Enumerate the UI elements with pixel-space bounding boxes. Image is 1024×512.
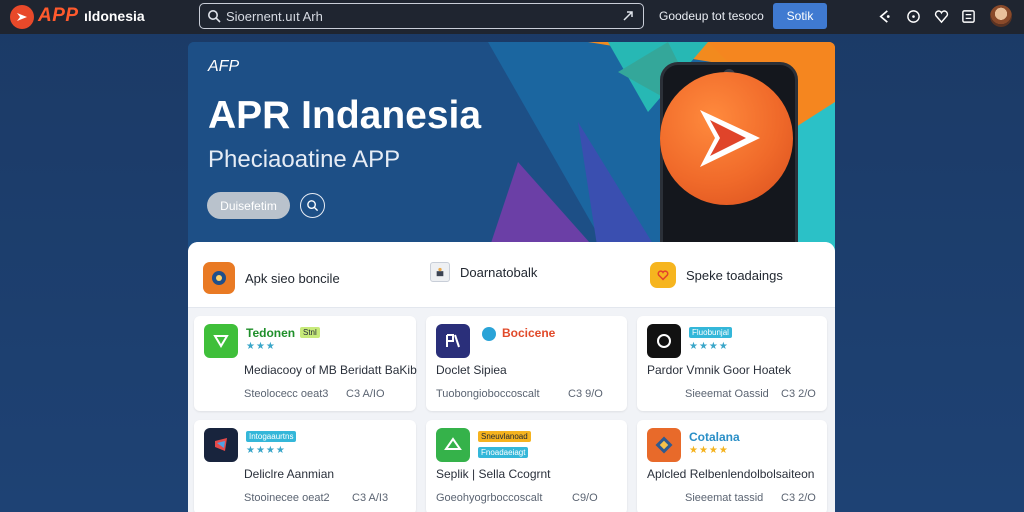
app-card[interactable]: Tedonen Stnl ★★★ Mediacooy of MB Beridat… <box>194 316 417 411</box>
app-card[interactable]: Fluobunjal ★★★★ Pardor Vmnik Goor Hoatek… <box>637 316 827 411</box>
app-icon <box>647 324 681 358</box>
category-item[interactable]: Doarnatobalk <box>430 262 537 282</box>
app-icon <box>647 428 681 462</box>
status-dot-icon <box>482 327 496 341</box>
search-input[interactable]: Sioernent.uıt Arh <box>226 9 323 24</box>
app-name: Tedonen <box>246 326 296 340</box>
info-icon[interactable] <box>905 8 922 25</box>
app-size: C3 2/O <box>781 492 816 504</box>
app-size: C3 A/I3 <box>352 492 389 504</box>
download-button[interactable]: Duisefetim <box>207 192 290 219</box>
app-meta: Sieeemat tassid <box>685 492 764 504</box>
play-app-icon <box>660 72 793 205</box>
hero-subtitle: Pheciaoatine APP <box>208 146 401 173</box>
login-link[interactable]: Goodeup tot tesoco <box>659 9 764 23</box>
star-rating: ★★★★ <box>246 445 286 456</box>
app-icon <box>436 324 470 358</box>
app-description: Aplcled Relbenlendolbolsaiteon <box>647 467 815 481</box>
app-size: C3 9/O <box>568 388 603 400</box>
star-rating: ★★★★ <box>689 445 729 456</box>
app-size: C3 A/IO <box>346 388 385 400</box>
sign-up-button[interactable]: Sotik <box>773 3 827 29</box>
logo-text[interactable]: APP <box>38 5 79 27</box>
app-badge: Sneuvlanoad <box>478 431 531 442</box>
expand-icon[interactable] <box>621 9 635 23</box>
app-size: C9/O <box>572 492 598 504</box>
category-row: Apk sieo boncile Doarnatobalk Speke toad… <box>188 242 835 308</box>
app-meta: Tuobongioboccoscalt <box>436 388 540 400</box>
app-icon <box>204 324 238 358</box>
app-size: C3 2/O <box>781 388 816 400</box>
app-icon <box>204 428 238 462</box>
category-label: Speke toadaings <box>686 267 783 283</box>
category-label: Doarnatobalk <box>460 264 538 280</box>
app-badge: Stnl <box>300 327 320 338</box>
category-label: Apk sieo boncile <box>245 270 340 286</box>
brand-name[interactable]: ıldonesia <box>84 8 145 24</box>
app-meta: Stooinecee oeat2 <box>244 492 330 504</box>
app-description: Pardor Vmnik Goor Hoatek <box>647 363 792 377</box>
app-meta: Goeohyogrboccoscalt <box>436 492 543 504</box>
app-name: Cotalana <box>689 430 740 444</box>
app-logo-icon[interactable] <box>10 5 34 29</box>
app-card[interactable]: Bocicene Doclet Sipiea Tuobongioboccosca… <box>426 316 627 411</box>
app-card[interactable]: Cotalana ★★★★ Aplcled Relbenlendolbolsai… <box>637 420 827 512</box>
app-card[interactable]: Sneuvlanoad Fnoadaeiagt Seplik | Sella C… <box>426 420 627 512</box>
page-title: APR Indanesia <box>208 94 482 137</box>
hero-tag: AFP <box>208 58 240 75</box>
heart-icon[interactable] <box>933 8 950 25</box>
category-item[interactable]: Apk sieo boncile <box>203 262 340 294</box>
app-description: Deliclre Aanmian <box>244 467 335 481</box>
hero-banner: AFP APR Indanesia Pheciaoatine APP Duise… <box>188 42 835 252</box>
top-navigation-bar: APP ıldonesia Sioernent.uıt Arh Goodeup … <box>0 0 1024 34</box>
content-panel: Apk sieo boncile Doarnatobalk Speke toad… <box>188 242 835 512</box>
document-icon <box>430 262 450 282</box>
app-description: Doclet Sipiea <box>436 363 507 377</box>
app-description: Seplik | Sella Ccogrnt <box>436 467 551 481</box>
grid-icon[interactable] <box>960 8 977 25</box>
category-item[interactable]: Speke toadaings <box>650 262 783 288</box>
app-meta: Sieeemat Oassid <box>685 388 769 400</box>
app-meta: Steolocecc oeat3 <box>244 388 329 400</box>
heart-icon <box>650 262 676 288</box>
app-badge: Fnoadaeiagt <box>478 447 529 458</box>
app-badge: Fluobunjal <box>689 327 732 338</box>
app-card[interactable]: Intogaaurtns ★★★★ Deliclre Aanmian Stooi… <box>194 420 416 512</box>
share-icon[interactable] <box>876 8 893 25</box>
app-badge: Intogaaurtns <box>246 431 297 442</box>
gear-icon <box>203 262 235 294</box>
search-box[interactable]: Sioernent.uıt Arh <box>199 3 644 29</box>
star-rating: ★★★★ <box>689 341 729 352</box>
search-icon[interactable] <box>300 193 325 218</box>
search-icon <box>208 10 221 23</box>
star-rating: ★★★ <box>246 341 276 352</box>
app-icon <box>436 428 470 462</box>
avatar[interactable] <box>990 5 1012 27</box>
app-name: Bocicene <box>502 326 556 340</box>
app-description: Mediacooy of MB Beridatt BaKib <box>244 363 417 377</box>
